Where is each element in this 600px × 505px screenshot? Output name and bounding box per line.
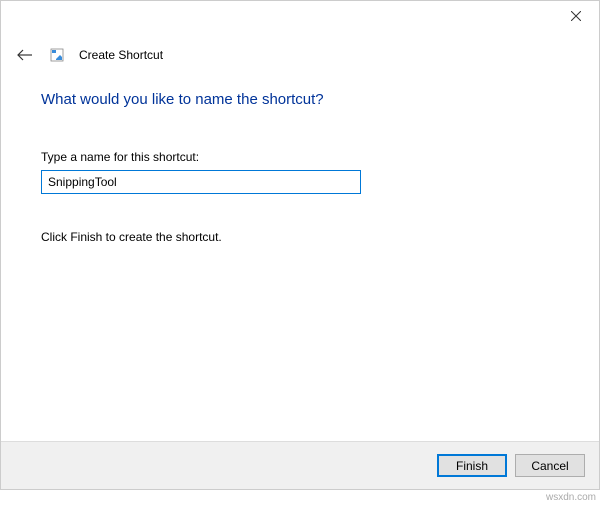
wizard-footer: Finish Cancel — [1, 441, 599, 489]
titlebar — [1, 1, 599, 35]
wizard-title: Create Shortcut — [79, 48, 163, 62]
page-heading: What would you like to name the shortcut… — [41, 91, 559, 108]
shortcut-name-input[interactable] — [41, 170, 361, 194]
close-button[interactable] — [553, 1, 599, 31]
instruction-text: Click Finish to create the shortcut. — [41, 230, 559, 244]
close-icon — [571, 11, 581, 21]
cancel-button[interactable]: Cancel — [515, 454, 585, 477]
wizard-content: What would you like to name the shortcut… — [41, 91, 559, 244]
watermark-text: wsxdn.com — [546, 492, 596, 503]
back-button[interactable] — [15, 45, 35, 65]
wizard-header: Create Shortcut — [15, 45, 163, 65]
finish-button[interactable]: Finish — [437, 454, 507, 477]
back-arrow-icon — [17, 49, 33, 61]
shortcut-wizard-icon — [49, 47, 65, 63]
create-shortcut-wizard: Create Shortcut What would you like to n… — [0, 0, 600, 490]
shortcut-name-label: Type a name for this shortcut: — [41, 150, 559, 164]
